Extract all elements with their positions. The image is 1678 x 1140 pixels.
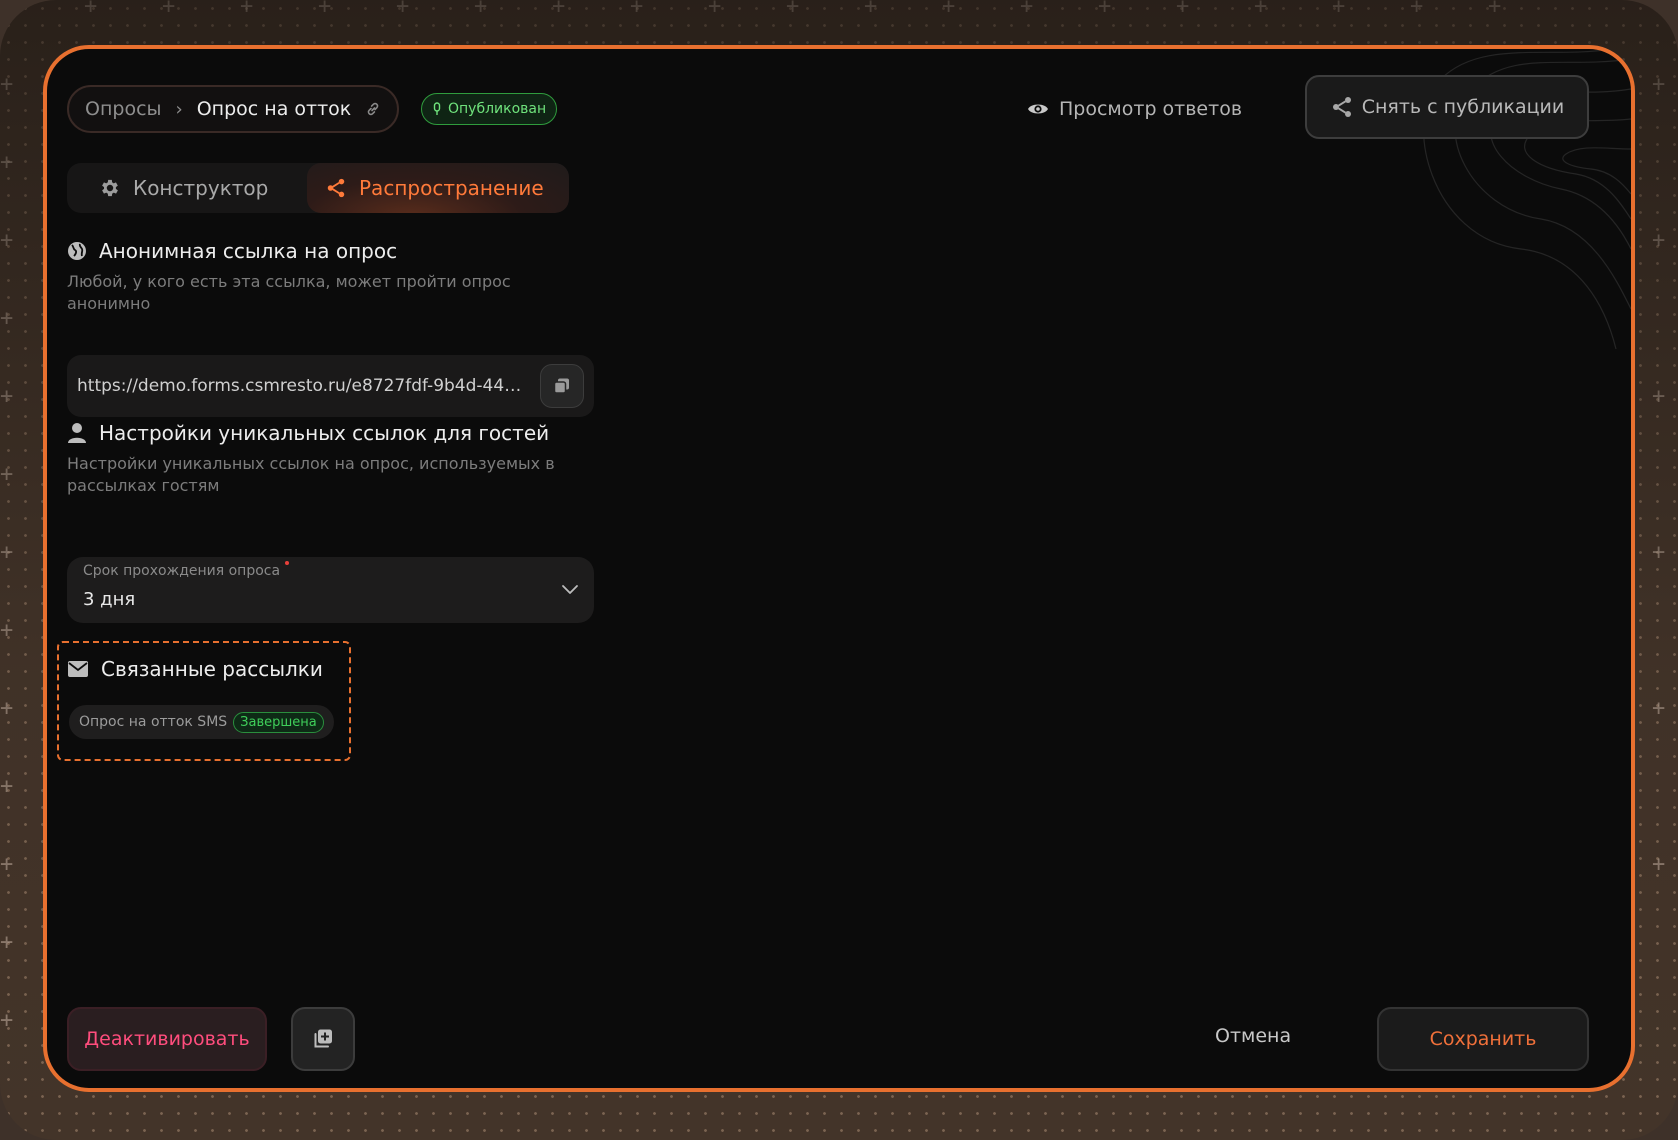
copy-icon xyxy=(553,378,569,394)
chevron-right-icon: › xyxy=(175,98,183,120)
mail-icon xyxy=(68,661,88,677)
duplicate-button[interactable] xyxy=(291,1007,355,1071)
survey-duration-value: 3 дня xyxy=(83,589,136,610)
anonymous-url-value[interactable]: https://demo.forms.csmresto.ru/e8727fdf-… xyxy=(77,376,529,396)
linked-mailing-status: Завершена xyxy=(233,711,324,733)
tab-constructor[interactable]: Конструктор xyxy=(67,163,307,213)
unique-links-title: Настройки уникальных ссылок для гостей xyxy=(99,421,550,445)
linked-mailings-heading: Связанные рассылки xyxy=(67,657,323,681)
tab-distribution-label: Распространение xyxy=(359,176,544,200)
copy-url-button[interactable] xyxy=(540,364,584,408)
linked-mailing-name: Опрос на отток SMS xyxy=(79,714,228,730)
status-badge-label: Опубликован xyxy=(448,101,547,117)
share-icon xyxy=(327,178,345,198)
breadcrumb-root[interactable]: Опросы xyxy=(85,98,162,120)
view-answers-button[interactable]: Просмотр ответов xyxy=(1027,93,1242,125)
anonymous-url-field[interactable]: https://demo.forms.csmresto.ru/e8727fdf-… xyxy=(67,355,594,417)
unpublish-button[interactable]: Снять с публикации xyxy=(1305,75,1589,139)
unpublish-label: Снять с публикации xyxy=(1361,96,1565,118)
link-icon[interactable] xyxy=(365,101,381,117)
survey-duration-label: Срок прохождения опроса xyxy=(83,563,281,579)
linked-mailing-chip[interactable]: Опрос на отток SMS Завершена xyxy=(69,705,334,739)
tab-constructor-label: Конструктор xyxy=(133,176,269,200)
chevron-down-icon[interactable] xyxy=(560,579,580,599)
share-icon xyxy=(1332,97,1351,117)
eye-icon xyxy=(1028,104,1048,114)
gear-icon xyxy=(102,179,118,197)
linked-mailings-section: Связанные рассылки Опрос на отток SMS За… xyxy=(57,641,351,761)
deactivate-button[interactable]: Деактивировать xyxy=(67,1007,267,1071)
mic-icon xyxy=(433,102,441,115)
anonymous-link-title: Анонимная ссылка на опрос xyxy=(99,239,398,263)
anonymous-link-description: Любой, у кого есть эта ссылка, может про… xyxy=(67,272,511,313)
breadcrumb: Опросы › Опрос на отток xyxy=(67,85,400,133)
survey-duration-select[interactable]: Срок прохождения опроса 3 дня xyxy=(67,557,594,623)
unique-links-description: Настройки уникальных ссылок на опрос, ис… xyxy=(67,454,555,495)
status-badge: Опубликован xyxy=(421,93,558,125)
required-dot xyxy=(285,561,289,565)
save-button[interactable]: Сохранить xyxy=(1377,1007,1589,1071)
survey-panel: Опросы › Опрос на отток Опубликован Прос… xyxy=(43,45,1635,1092)
view-answers-label: Просмотр ответов xyxy=(1059,98,1243,120)
tab-distribution[interactable]: Распространение xyxy=(307,163,569,213)
duplicate-icon xyxy=(314,1029,332,1048)
user-icon xyxy=(68,423,86,443)
anonymous-link-heading: Анонимная ссылка на опрос xyxy=(67,239,397,263)
unique-links-heading: Настройки уникальных ссылок для гостей xyxy=(67,421,549,445)
linked-mailings-title: Связанные рассылки xyxy=(101,657,323,681)
breadcrumb-current: Опрос на отток xyxy=(196,98,352,120)
cancel-button[interactable]: Отмена xyxy=(1215,1025,1291,1047)
globe-icon xyxy=(68,242,86,260)
tab-bar: Конструктор Распространение xyxy=(67,163,569,213)
